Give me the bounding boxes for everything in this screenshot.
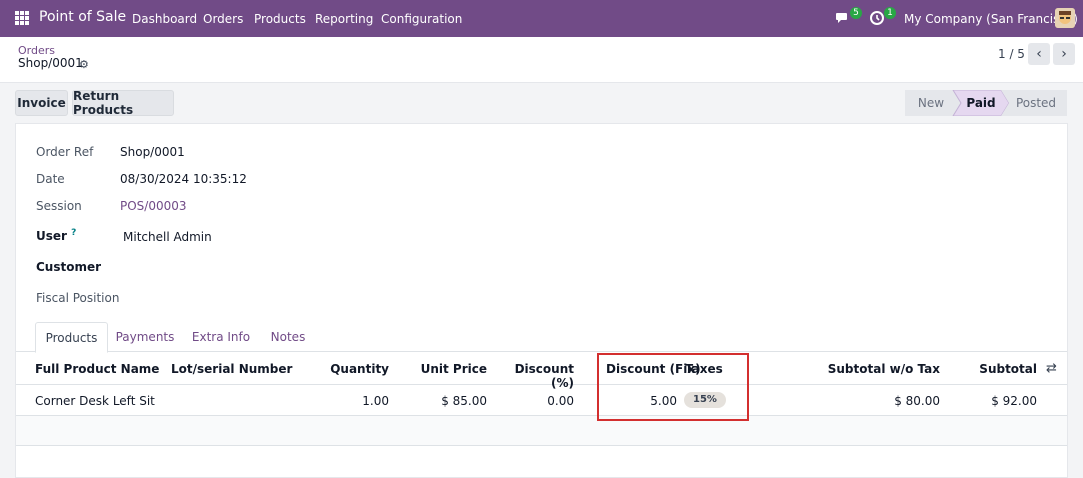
col-lot-serial-number[interactable]: Lot/serial Number <box>171 362 292 376</box>
notebook-tabs: Products Payments Extra Info Notes <box>16 322 1067 353</box>
col-subtotal-wo-tax[interactable]: Subtotal w/o Tax <box>816 362 940 376</box>
activities-badge: 1 <box>884 7 896 19</box>
cell-product: Corner Desk Left Sit <box>35 394 155 408</box>
top-navbar: Point of Sale Dashboard Orders Products … <box>0 0 1083 37</box>
messages-badge: 5 <box>850 7 862 19</box>
user-value[interactable]: Mitchell Admin <box>123 230 212 244</box>
return-products-button[interactable]: Return Products <box>72 89 174 117</box>
date-value: 08/30/2024 10:35:12 <box>120 172 247 186</box>
user-avatar[interactable] <box>1055 8 1075 28</box>
form-sheet: Order Ref Shop/0001 Date 08/30/2024 10:3… <box>15 123 1068 478</box>
tab-products[interactable]: Products <box>35 322 108 353</box>
column-settings-icon[interactable]: ⇄ <box>1046 361 1057 376</box>
cell-unit-price: $ 85.00 <box>441 394 487 408</box>
tab-payments[interactable]: Payments <box>112 322 178 352</box>
help-tooltip-icon[interactable]: ? <box>71 228 76 238</box>
order-ref-label: Order Ref <box>36 145 94 159</box>
menu-products[interactable]: Products <box>254 12 306 26</box>
col-subtotal[interactable]: Subtotal <box>966 362 1037 376</box>
apps-grid-icon[interactable] <box>15 11 29 25</box>
menu-configuration[interactable]: Configuration <box>381 12 462 26</box>
gear-icon[interactable]: ⚙ <box>79 58 89 71</box>
messages-icon[interactable]: 5 <box>835 7 862 26</box>
status-paid[interactable]: Paid <box>961 90 1001 116</box>
col-unit-price[interactable]: Unit Price <box>406 362 487 376</box>
tab-notes[interactable]: Notes <box>264 322 312 352</box>
user-label: User ? <box>36 228 76 243</box>
cell-discount-pct: 0.00 <box>547 394 574 408</box>
order-ref-value: Shop/0001 <box>120 145 185 159</box>
customer-label: Customer <box>36 260 102 274</box>
tab-extra-info[interactable]: Extra Info <box>188 322 254 352</box>
breadcrumb-current: Shop/0001 <box>18 56 83 70</box>
pager-value[interactable]: 1 / 5 <box>998 47 1025 61</box>
session-label: Session <box>36 199 82 213</box>
date-label: Date <box>36 172 65 186</box>
pager-previous-button[interactable]: ‹ <box>1028 43 1050 65</box>
empty-table-row <box>16 416 1067 446</box>
pager-next-button[interactable]: › <box>1053 43 1075 65</box>
status-posted[interactable]: Posted <box>1011 90 1061 116</box>
table-header: Full Product Name Lot/serial Number Quan… <box>16 353 1067 390</box>
session-link[interactable]: POS/00003 <box>120 199 187 213</box>
menu-dashboard[interactable]: Dashboard <box>132 12 197 26</box>
fiscal-position-label: Fiscal Position <box>36 291 120 305</box>
status-bar: New Paid Posted <box>905 90 1067 116</box>
highlight-box <box>597 353 749 421</box>
invoice-button[interactable]: Invoice <box>15 90 68 116</box>
cell-quantity: 1.00 <box>362 394 389 408</box>
app-name[interactable]: Point of Sale <box>39 9 126 25</box>
action-bar: Invoice Return Products New Paid Posted <box>0 83 1083 123</box>
company-switcher[interactable]: My Company (San Francisco) <box>904 12 1078 26</box>
col-full-product-name[interactable]: Full Product Name <box>35 362 159 376</box>
menu-orders[interactable]: Orders <box>203 12 243 26</box>
control-panel: Orders Shop/0001 ⚙ 1 / 5 ‹ › <box>0 37 1083 83</box>
activities-icon[interactable]: 1 <box>869 7 896 26</box>
status-new[interactable]: New <box>909 90 953 116</box>
user-label-text: User <box>36 229 67 243</box>
cell-subtotal: $ 92.00 <box>991 394 1037 408</box>
col-quantity[interactable]: Quantity <box>316 362 389 376</box>
table-row[interactable]: Corner Desk Left Sit 1.00 $ 85.00 0.00 5… <box>16 385 1067 416</box>
cell-subtotal-wo-tax: $ 80.00 <box>894 394 940 408</box>
menu-reporting[interactable]: Reporting <box>315 12 373 26</box>
